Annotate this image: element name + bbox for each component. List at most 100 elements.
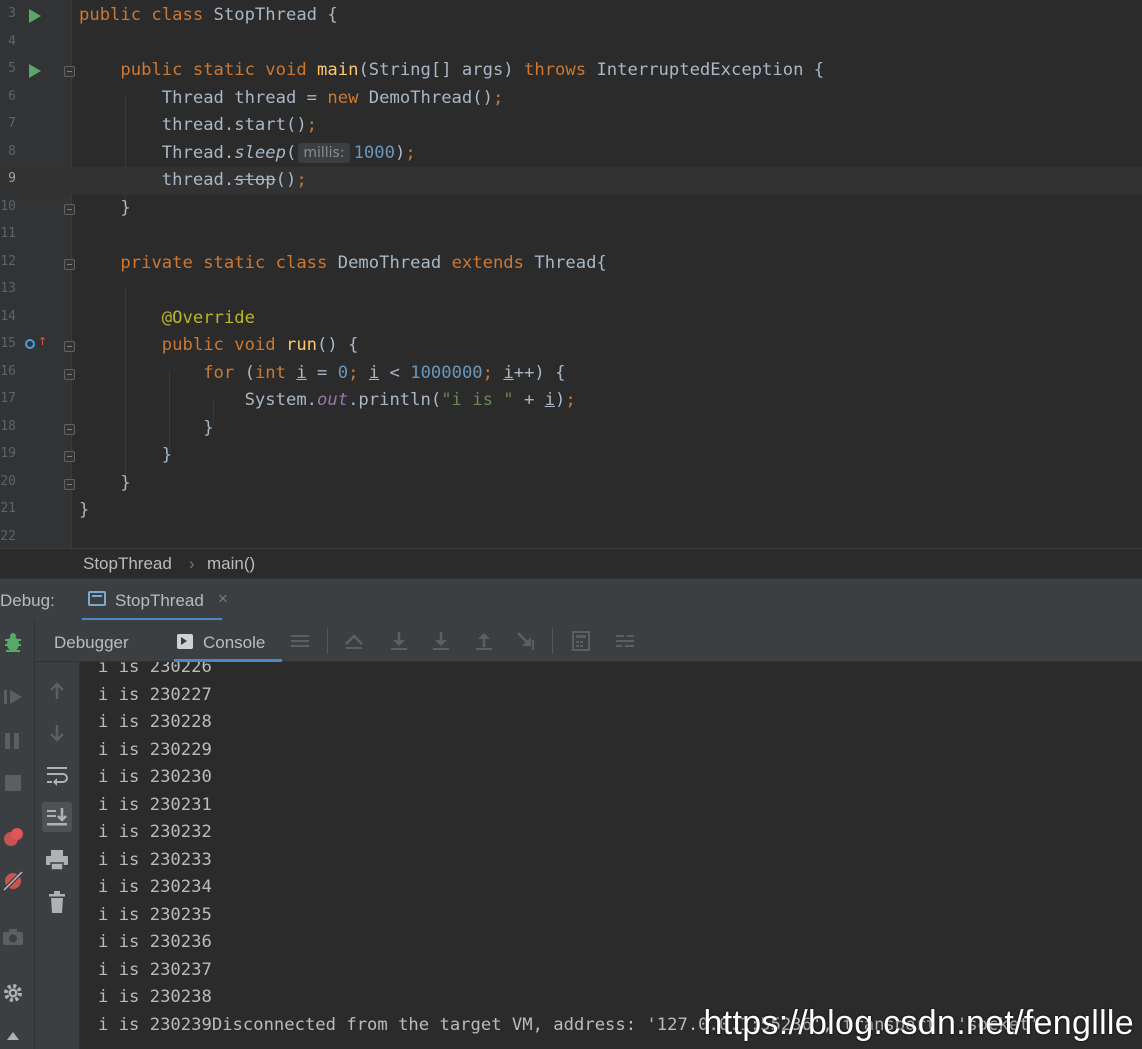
keyword: public void [161,335,276,355]
up-arrow-icon[interactable] [42,676,72,706]
gutter-line: 8 [0,140,72,168]
gutter-line: 6 [0,85,72,113]
line-number: 15 [0,336,16,351]
gear-icon[interactable] [2,982,24,1004]
keyword: public static void [120,60,307,80]
fold-marker-icon[interactable] [64,368,75,380]
breadcrumb: StopThread › main() [0,548,1142,578]
step-out-icon[interactable] [473,630,495,652]
tab-debugger[interactable]: Debugger [54,633,129,653]
gutter-line: 14 [0,305,72,333]
gutter-line: 4 [0,30,72,58]
fold-marker-icon[interactable] [64,451,75,462]
code-line-20: } [79,470,1142,498]
pause-icon[interactable] [2,730,24,752]
step-into-icon[interactable] [430,630,452,652]
override-method-icon[interactable] [25,339,35,349]
code-text: ( [285,142,297,163]
console-output[interactable]: i is 230226 i is 230227 i is 230228 i is 23… [80,662,1142,1049]
tab-console-label: Console [203,633,266,652]
fold-marker-icon[interactable] [64,258,75,270]
mute-breakpoints-icon[interactable] [2,870,24,892]
view-breakpoints-icon[interactable] [2,826,24,848]
print-icon[interactable] [42,845,72,875]
static-field: out [317,390,349,410]
pin-icon[interactable] [2,1030,24,1049]
code-editor[interactable]: 3 4 5 6 7 8 9 10 11 12 13 14 15 ↑ 16 17 18 19 20 21 22 publi… [0,0,1142,548]
watermark: https://blog.csdn.net/fengllle [703,1004,1134,1042]
down-arrow-icon[interactable] [42,718,72,748]
step-over-icon[interactable] [388,630,410,652]
code-text: Thread thread = [161,87,328,108]
tab-console[interactable]: Console [174,620,282,662]
console-line: i is 230233 [98,849,212,870]
gutter-line: 12 [0,250,75,278]
code-line-17: System.out.println("i is " + i); [79,387,1142,415]
debug-title: Debug: [0,591,55,610]
console-line: i is 230227 [98,684,212,705]
menu-icon[interactable] [289,630,311,652]
code-line-12: private static class DemoThread extends … [79,250,1142,278]
evaluate-expression-icon[interactable] [570,630,592,652]
code-line-15: public void run() { [79,332,1142,360]
number-literal: 1000 [353,142,395,163]
application-icon [88,591,106,606]
breadcrumb-class[interactable]: StopThread [83,554,172,574]
fold-marker-icon[interactable] [64,423,75,435]
gutter-line: 10 [0,195,75,223]
semicolon: ; [565,390,576,410]
fold-marker-icon[interactable] [64,478,75,490]
code-line-14: @Override [79,305,1142,333]
number-literal: 0 [337,362,349,383]
keyword: throws [524,60,587,80]
code-line-10: } [79,195,1142,223]
console-icon [177,634,193,649]
code-line-5: public static void main(String[] args) t… [79,57,1142,85]
superclass: Thread{ [524,252,607,273]
fold-marker-icon[interactable] [64,203,75,215]
code-area[interactable]: public class StopThread { public static … [72,0,1142,548]
run-icon[interactable] [29,64,41,78]
keyword: private static class [120,252,328,273]
code-text: ( [234,362,255,383]
scroll-to-end-icon[interactable] [42,802,72,832]
code-text: thread.start() [161,115,307,135]
run-to-cursor-icon[interactable] [515,630,537,652]
camera-icon[interactable] [2,926,24,948]
debug-subtabs: Debugger Console [35,620,1142,662]
keyword: int [254,362,286,383]
gutter-line: 11 [0,222,72,250]
soft-wrap-icon[interactable] [42,760,72,790]
string-literal: "i is " [441,390,514,410]
debug-session-tab[interactable]: StopThread × [82,579,228,621]
trace-icon[interactable] [614,630,636,652]
fold-marker-icon[interactable] [64,341,75,352]
semicolon: ; [482,362,504,383]
trash-icon[interactable] [42,887,72,917]
console-line: i is 230236 [98,932,212,952]
line-number: 10 [0,198,16,214]
fold-marker-icon[interactable] [64,66,75,77]
debug-tool-window-header: Debug: StopThread × [0,578,1142,621]
line-number: 5 [8,61,16,76]
close-icon[interactable]: × [218,589,228,609]
semicolon: ; [306,115,318,135]
annotation: @Override [161,307,255,328]
code-line-7: thread.start(); [79,112,1142,140]
run-icon[interactable] [29,9,41,23]
code-text: < [379,362,411,383]
stop-icon[interactable] [2,772,24,794]
line-number: 19 [0,446,16,461]
override-arrow-icon: ↑ [38,335,48,348]
bug-icon[interactable] [2,632,24,654]
code-text: thread. [161,170,235,190]
show-execution-point-icon[interactable] [343,630,365,652]
code-text: + [513,390,545,410]
line-number: 4 [8,33,16,49]
breadcrumb-method[interactable]: main() [207,554,255,574]
resume-icon[interactable] [2,686,24,708]
line-number: 7 [8,116,16,131]
semicolon: ; [492,87,504,108]
line-number: 16 [0,363,16,379]
gutter-line: 5 [0,57,75,85]
